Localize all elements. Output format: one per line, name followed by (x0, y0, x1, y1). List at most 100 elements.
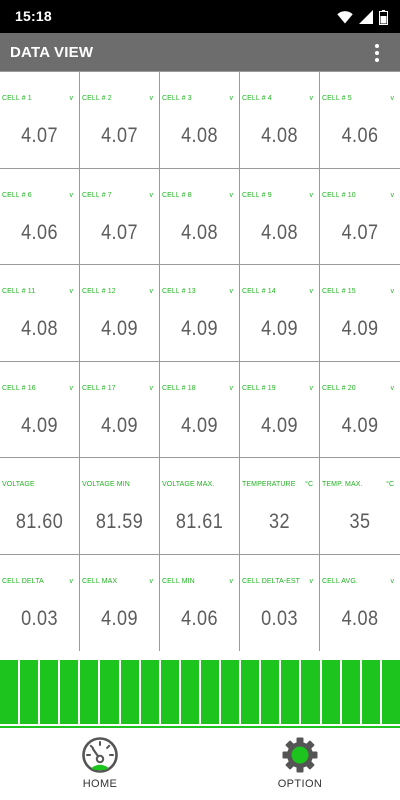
cell-unit: v (69, 577, 74, 585)
cell-value: 4.08 (261, 124, 298, 147)
data-cell: VOLTAGE MIN 81.59 (80, 458, 160, 555)
data-cell: CELL # 20 v 4.09 (320, 361, 400, 458)
cell-value: 32 (269, 510, 290, 533)
cell-unit: v (229, 95, 234, 102)
bottom-nav: HOME OPTION (0, 728, 400, 800)
cell-label: CELL # 1 (2, 95, 32, 102)
cell-unit: v (390, 95, 395, 102)
cell-label: CELL # 14 (242, 288, 276, 295)
cell-value: 4.09 (341, 413, 379, 437)
bar-segment (20, 660, 39, 724)
cell-unit: v (69, 384, 74, 392)
bar-segment (0, 660, 19, 724)
cell-value: 4.08 (21, 317, 58, 340)
data-cell: TEMP. MAX. °C 35 (320, 458, 400, 555)
cell-unit: v (149, 384, 154, 392)
cell-unit: v (309, 95, 314, 102)
cell-value: 81.61 (175, 510, 224, 533)
cell-value: 35 (349, 510, 371, 533)
cell-value: 4.09 (341, 317, 379, 340)
gear-icon (282, 737, 318, 773)
cell-unit: v (229, 577, 234, 585)
cell-unit: v (229, 191, 234, 199)
data-cell: CELL # 1 v 4.07 (0, 72, 80, 169)
bar-segment (341, 660, 360, 724)
cell-value: 4.08 (181, 124, 218, 147)
cell-label: CELL # 5 (322, 95, 352, 102)
bar-segment (381, 660, 400, 724)
data-cell: CELL # 3 v 4.08 (160, 72, 240, 169)
data-cell: CELL MIN v 4.06 (160, 554, 240, 651)
cell-label: VOLTAGE MIN (82, 481, 130, 488)
cell-label: CELL # 12 (82, 288, 116, 295)
cell-label: CELL # 15 (322, 288, 356, 295)
cell-label: VOLTAGE (2, 481, 35, 488)
nav-home-label: HOME (82, 778, 118, 790)
cell-unit: v (309, 577, 314, 585)
bar-segment (40, 660, 59, 724)
status-bar: 15:18 (0, 0, 400, 33)
bar-segment (100, 660, 119, 724)
data-cell: CELL # 11 v 4.08 (0, 265, 80, 362)
cell-label: CELL # 11 (2, 288, 36, 295)
data-cell: TEMPERATURE °C 32 (240, 458, 320, 555)
data-cell: CELL AVG. v 4.08 (320, 554, 400, 651)
cell-value: 4.07 (101, 220, 138, 244)
cell-unit: v (390, 191, 395, 199)
cell-label: CELL DELTA-EST (242, 577, 301, 585)
cell-unit: v (149, 191, 154, 199)
cell-unit: v (309, 288, 314, 295)
cell-value: 4.07 (21, 124, 58, 147)
cell-value: 4.07 (341, 220, 379, 244)
bar-segment (120, 660, 139, 724)
cell-value: 0.03 (21, 606, 58, 630)
cell-label: CELL # 9 (242, 191, 272, 199)
cell-value: 4.09 (181, 413, 218, 437)
cell-unit: v (390, 384, 395, 392)
cell-label: CELL DELTA (2, 577, 44, 585)
data-cell: CELL # 6 v 4.06 (0, 168, 80, 265)
cell-value: 4.08 (341, 606, 379, 630)
cell-label: CELL # 2 (82, 95, 112, 102)
cell-label: CELL AVG. (322, 577, 358, 585)
cell-unit: °C (386, 481, 394, 488)
cell-label: CELL # 10 (322, 191, 356, 199)
data-cell: CELL # 5 v 4.06 (320, 72, 400, 169)
more-vert-icon[interactable] (368, 40, 386, 66)
battery-icon (379, 9, 388, 25)
cell-unit: v (149, 288, 154, 295)
bar-segment (180, 660, 199, 724)
data-cell: CELL DELTA-EST v 0.03 (240, 554, 320, 651)
cell-label: CELL # 13 (162, 288, 196, 295)
bar-segment (281, 660, 300, 724)
cell-value: 4.06 (341, 124, 379, 147)
cell-label: TEMPERATURE (242, 481, 296, 488)
data-cell: VOLTAGE MAX. 81.61 (160, 458, 240, 555)
cell-value: 4.09 (101, 606, 138, 630)
bar-segment (241, 660, 260, 724)
data-cell: CELL # 18 v 4.09 (160, 361, 240, 458)
cell-label: CELL MAX (82, 577, 118, 585)
page-title: DATA VIEW (10, 44, 94, 61)
bar-segment (301, 660, 320, 724)
nav-option-button[interactable]: OPTION (260, 736, 340, 790)
cell-unit: v (390, 288, 395, 295)
speedometer-icon (82, 737, 118, 773)
cell-value: 4.07 (101, 124, 138, 147)
data-cell: CELL # 16 v 4.09 (0, 361, 80, 458)
cell-value: 4.09 (101, 317, 138, 340)
bar-segment (140, 660, 159, 724)
cell-label: CELL MIN (162, 577, 195, 585)
cell-value: 81.59 (95, 510, 144, 533)
nav-home-button[interactable]: HOME (60, 736, 140, 790)
cell-label: CELL # 6 (2, 191, 32, 199)
cell-unit: v (69, 191, 74, 199)
cell-unit: v (149, 95, 154, 102)
cell-label: CELL # 20 (322, 384, 356, 392)
cell-value: 4.08 (261, 220, 298, 244)
bar-segment (160, 660, 179, 724)
cell-label: CELL # 16 (2, 384, 36, 392)
cell-value: 4.09 (181, 317, 218, 340)
data-cell: CELL MAX v 4.09 (80, 554, 160, 651)
bar-segment (221, 660, 240, 724)
